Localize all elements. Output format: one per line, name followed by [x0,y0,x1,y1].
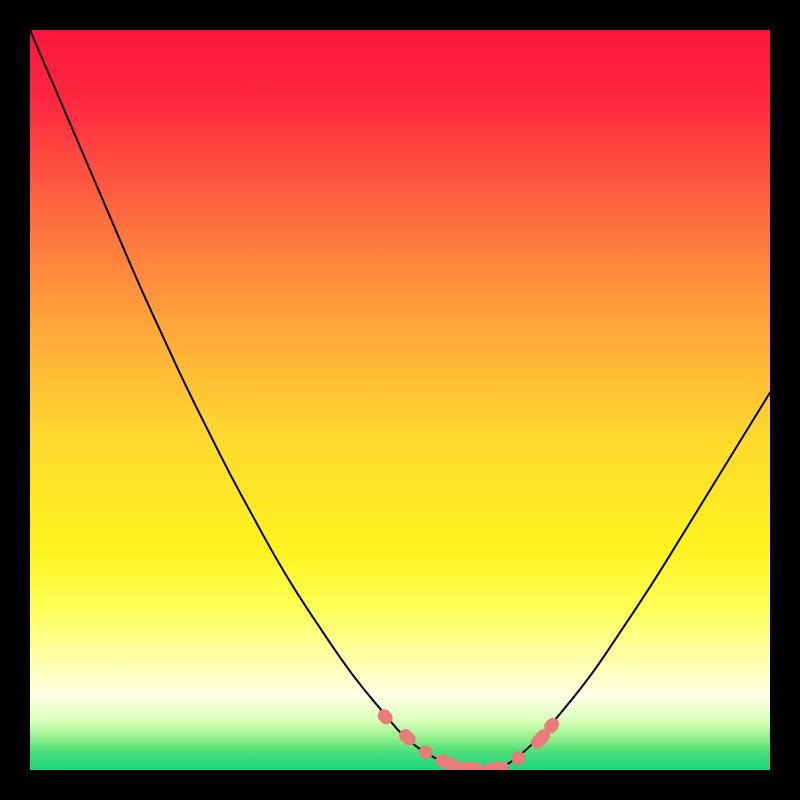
bottleneck-chart [0,0,800,800]
plot-background [30,30,770,770]
border-bottom [0,770,800,800]
chart-frame: TheBottleneck.com [0,0,800,800]
border-right [770,0,800,800]
border-top [0,0,800,30]
border-left [0,0,30,800]
